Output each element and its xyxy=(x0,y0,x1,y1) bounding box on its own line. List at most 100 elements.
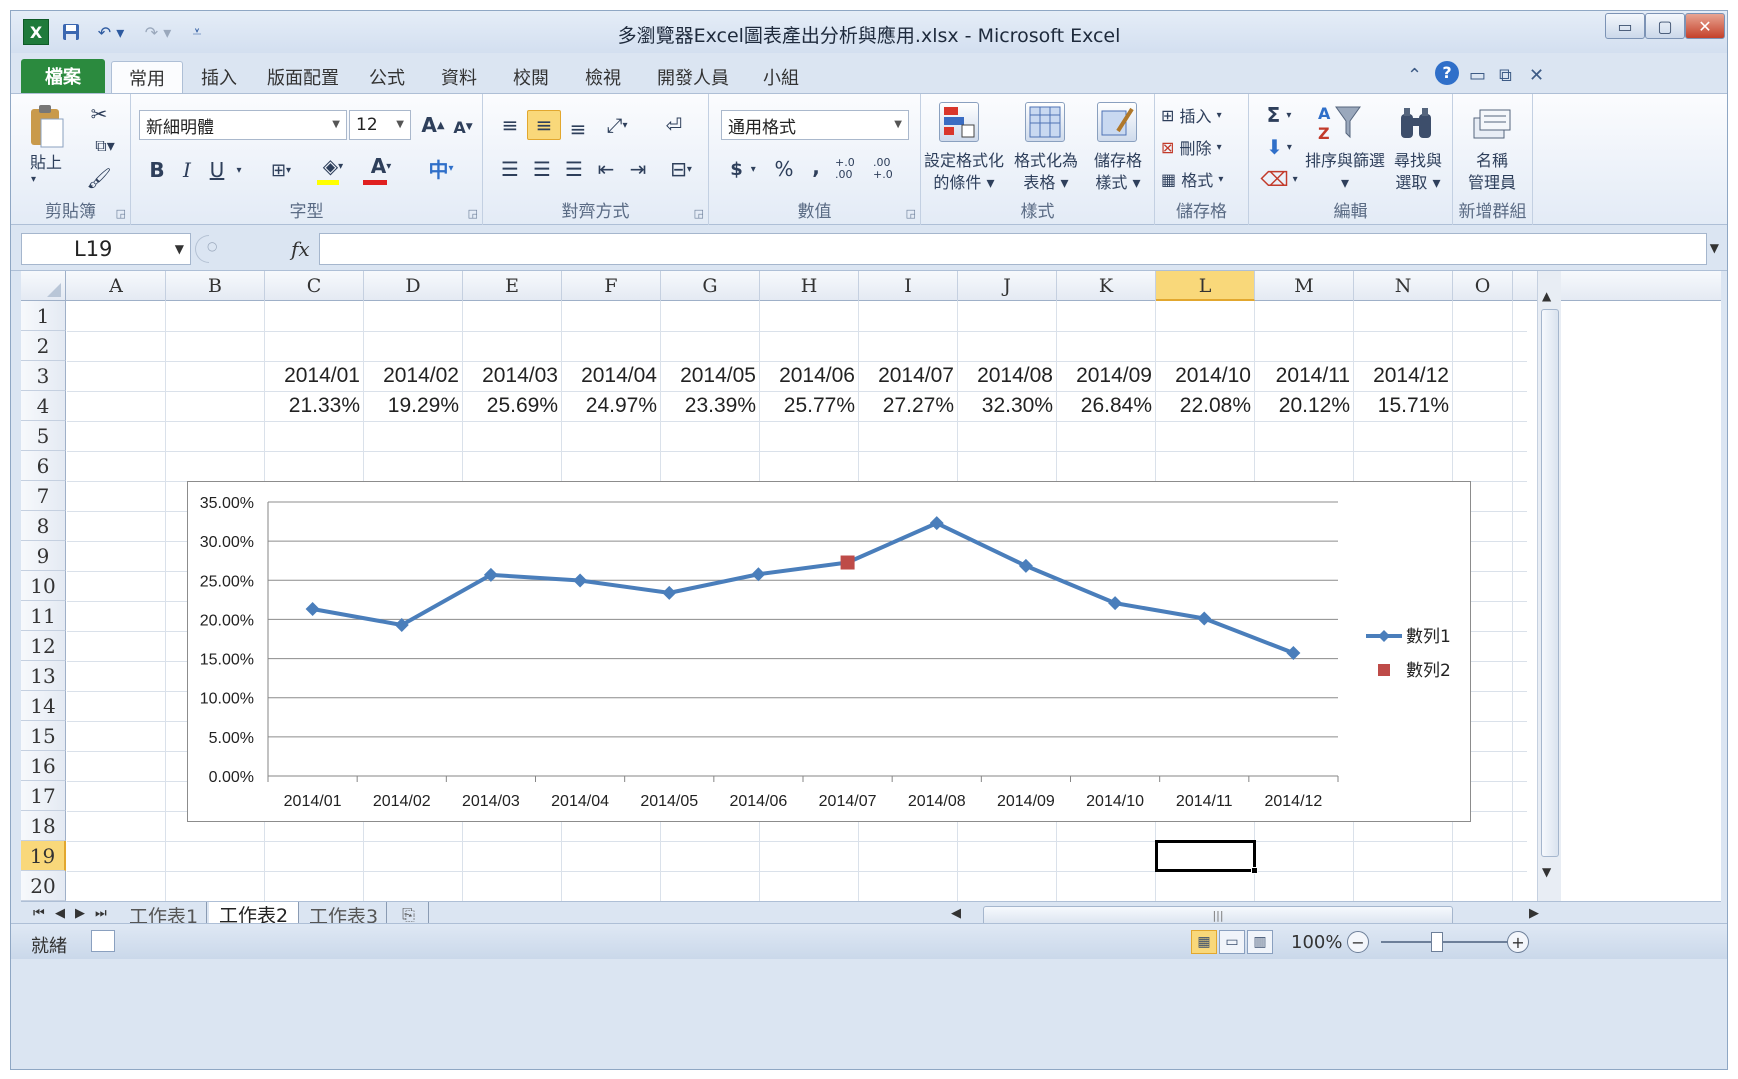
tab-team[interactable]: 小組 xyxy=(751,61,811,93)
fill-icon[interactable]: ⬇ ▾ xyxy=(1259,134,1299,160)
scroll-left-icon[interactable]: ◀ xyxy=(951,906,961,921)
row-header-4[interactable]: 4 xyxy=(21,391,66,421)
underline-dropdown-icon[interactable]: ▾ xyxy=(231,156,247,184)
cell-row3-F[interactable]: 2014/04 xyxy=(562,361,661,391)
row-header-1[interactable]: 1 xyxy=(21,301,66,331)
number-format-select[interactable]: 通用格式 ▼ xyxy=(721,110,909,140)
column-header-I[interactable]: I xyxy=(859,271,958,301)
name-manager-label[interactable]: 名稱 管理員 xyxy=(1459,150,1525,194)
row-header-16[interactable]: 16 xyxy=(21,751,66,781)
row-header-12[interactable]: 12 xyxy=(21,631,66,661)
help-icon[interactable]: ? xyxy=(1435,61,1459,85)
vertical-scrollbar[interactable]: ▲ ▼ xyxy=(1537,271,1561,901)
cell-row4-M[interactable]: 20.12% xyxy=(1255,391,1354,421)
insert-cells-button[interactable]: ⊞ 插入 ▾ xyxy=(1161,102,1222,128)
zoom-out-icon[interactable]: − xyxy=(1347,931,1369,953)
paste-icon[interactable] xyxy=(25,102,69,150)
underline-button[interactable]: U xyxy=(205,156,229,184)
decrease-indent-icon[interactable]: ⇤ xyxy=(591,154,621,184)
tab-insert[interactable]: 插入 xyxy=(189,61,249,93)
fill-color-icon[interactable]: ◈ ▾ xyxy=(313,152,353,180)
tab-home[interactable]: 常用 xyxy=(111,61,183,93)
cell-row4-E[interactable]: 25.69% xyxy=(463,391,562,421)
row-header-8[interactable]: 8 xyxy=(21,511,66,541)
row-header-7[interactable]: 7 xyxy=(21,481,66,511)
formula-input[interactable] xyxy=(319,233,1707,265)
page-break-view-icon[interactable]: ▥ xyxy=(1247,930,1273,954)
scroll-down-icon[interactable]: ▼ xyxy=(1542,865,1551,879)
paste-label[interactable]: 貼上 xyxy=(21,152,71,174)
cell-row3-E[interactable]: 2014/03 xyxy=(463,361,562,391)
align-right-icon[interactable]: ☰ xyxy=(559,154,589,184)
zoom-slider-thumb[interactable] xyxy=(1431,932,1443,952)
increase-decimal-button[interactable]: +.0 .00 xyxy=(835,154,869,184)
alignment-launcher-icon[interactable]: ◲ xyxy=(694,207,704,220)
shrink-font-icon[interactable]: A ▼ xyxy=(449,114,477,140)
row-header-20[interactable]: 20 xyxy=(21,871,66,901)
column-header-D[interactable]: D xyxy=(364,271,463,301)
scroll-right-icon[interactable]: ▶ xyxy=(1529,906,1539,921)
expand-formula-bar-icon[interactable]: ▼ xyxy=(1710,241,1719,255)
clipboard-launcher-icon[interactable]: ◲ xyxy=(116,207,126,220)
wrap-text-icon[interactable]: ⏎ xyxy=(659,110,689,140)
paste-dropdown-icon[interactable]: ▾ xyxy=(31,174,36,185)
row-header-2[interactable]: 2 xyxy=(21,331,66,361)
cell-row4-H[interactable]: 25.77% xyxy=(760,391,859,421)
cell-row3-C[interactable]: 2014/01 xyxy=(265,361,364,391)
italic-button[interactable]: I xyxy=(175,156,199,184)
format-as-table-icon[interactable] xyxy=(1025,102,1065,142)
last-sheet-icon[interactable]: ⏭ xyxy=(95,906,107,921)
row-header-13[interactable]: 13 xyxy=(21,661,66,691)
column-header-B[interactable]: B xyxy=(166,271,265,301)
copy-icon[interactable]: ⧉▾ xyxy=(87,134,123,158)
select-all-button[interactable] xyxy=(21,271,66,301)
column-header-C[interactable]: C xyxy=(265,271,364,301)
cell-row3-L[interactable]: 2014/10 xyxy=(1156,361,1255,391)
phonetic-guide-icon[interactable]: 中 ▾ xyxy=(417,154,465,182)
cell-row3-M[interactable]: 2014/11 xyxy=(1255,361,1354,391)
cell-row4-F[interactable]: 24.97% xyxy=(562,391,661,421)
align-center-icon[interactable]: ☰ xyxy=(527,154,557,184)
font-name-select[interactable]: 新細明體 ▼ xyxy=(139,110,347,140)
page-layout-view-icon[interactable]: ▭ xyxy=(1219,930,1245,954)
cell-row4-G[interactable]: 23.39% xyxy=(661,391,760,421)
row-header-17[interactable]: 17 xyxy=(21,781,66,811)
grow-font-icon[interactable]: A ▲ xyxy=(419,112,447,138)
currency-format-icon[interactable]: $ ▾ xyxy=(721,154,765,184)
merge-center-icon[interactable]: ⊟ ▾ xyxy=(659,154,703,184)
format-as-table-label[interactable]: 格式化為 表格 ▾ xyxy=(1009,150,1083,194)
scroll-up-icon[interactable]: ▲ xyxy=(1542,289,1551,303)
column-header-F[interactable]: F xyxy=(562,271,661,301)
format-cells-button[interactable]: ▦ 格式 ▾ xyxy=(1161,166,1223,192)
cell-row4-K[interactable]: 26.84% xyxy=(1057,391,1156,421)
zoom-slider[interactable] xyxy=(1381,941,1511,943)
conditional-format-label[interactable]: 設定格式化 的條件 ▾ xyxy=(923,150,1005,194)
zoom-in-icon[interactable]: + xyxy=(1507,931,1529,953)
row-header-6[interactable]: 6 xyxy=(21,451,66,481)
row-header-10[interactable]: 10 xyxy=(21,571,66,601)
column-header-A[interactable]: A xyxy=(67,271,166,301)
first-sheet-icon[interactable]: ⏮ xyxy=(33,906,45,921)
cell-styles-label[interactable]: 儲存格 樣式 ▾ xyxy=(1085,150,1151,194)
cell-styles-icon[interactable] xyxy=(1097,102,1137,142)
cell-row4-L[interactable]: 22.08% xyxy=(1156,391,1255,421)
find-select-icon[interactable] xyxy=(1395,102,1439,146)
row-header-5[interactable]: 5 xyxy=(21,421,66,451)
zoom-level[interactable]: 100% xyxy=(1291,932,1342,953)
align-left-icon[interactable]: ☰ xyxy=(495,154,525,184)
minimize-button[interactable]: ▭ xyxy=(1605,13,1645,39)
minimize-ribbon-icon[interactable]: ⌃ xyxy=(1407,65,1422,86)
sort-filter-label[interactable]: 排序與篩選 ▾ xyxy=(1303,150,1387,194)
cell-row4-D[interactable]: 19.29% xyxy=(364,391,463,421)
line-chart[interactable]: 0.00% 5.00% 10.00% 15.00% 20.00% 25.00% 30.00%… xyxy=(187,481,1471,822)
tab-view[interactable]: 檢視 xyxy=(573,61,633,93)
row-header-11[interactable]: 11 xyxy=(21,601,66,631)
border-icon[interactable]: ⊞ ▾ xyxy=(261,156,301,184)
align-top-icon[interactable]: ≡ xyxy=(495,110,525,140)
row-header-15[interactable]: 15 xyxy=(21,721,66,751)
autosum-icon[interactable]: Σ ▾ xyxy=(1259,102,1299,128)
maximize-button[interactable]: ▢ xyxy=(1645,13,1685,39)
workbook-minimize-icon[interactable]: ▭ xyxy=(1469,65,1486,86)
cut-icon[interactable]: ✂ xyxy=(87,102,111,126)
bold-button[interactable]: B xyxy=(145,156,169,184)
